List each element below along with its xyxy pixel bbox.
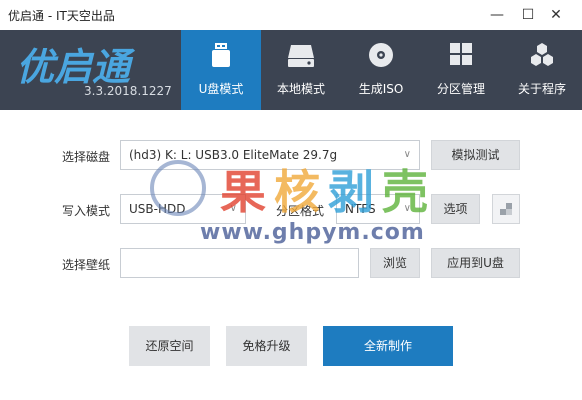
tab-local-mode[interactable]: 本地模式 bbox=[261, 30, 341, 110]
pattern-toggle-button[interactable] bbox=[492, 194, 520, 224]
wallpaper-input[interactable] bbox=[120, 248, 359, 278]
partition-grid-icon bbox=[450, 43, 472, 65]
partition-format-label: 分区格式 bbox=[276, 204, 325, 218]
partition-format-value: NTFS bbox=[345, 202, 376, 216]
window-title: 优启通 - IT天空出品 bbox=[8, 9, 115, 23]
hexagon-cluster-icon bbox=[531, 43, 553, 66]
tab-label: 生成ISO bbox=[358, 82, 404, 96]
disc-icon bbox=[369, 43, 393, 67]
write-mode-value: USB-HDD bbox=[129, 202, 186, 216]
close-button[interactable]: ✕ bbox=[545, 4, 567, 26]
tab-label: 本地模式 bbox=[276, 82, 325, 96]
free-upgrade-button[interactable]: 免格升级 bbox=[226, 326, 307, 366]
browse-button[interactable]: 浏览 bbox=[370, 248, 420, 278]
tab-label: U盘模式 bbox=[198, 82, 244, 96]
tab-about[interactable]: 关于程序 bbox=[502, 30, 582, 110]
hard-disk-icon bbox=[288, 45, 314, 67]
checker-pattern-icon bbox=[500, 203, 512, 215]
tab-generate-iso[interactable]: 生成ISO bbox=[341, 30, 421, 110]
chevron-down-icon: ∨ bbox=[403, 203, 411, 214]
apply-to-usb-button[interactable]: 应用到U盘 bbox=[431, 248, 520, 278]
tab-label: 分区管理 bbox=[436, 82, 485, 96]
maximize-button[interactable]: ☐ bbox=[517, 4, 539, 26]
disk-label: 选择磁盘 bbox=[62, 150, 111, 164]
write-mode-select[interactable]: USB-HDD ∨ bbox=[120, 194, 246, 224]
chevron-down-icon: ∨ bbox=[229, 203, 237, 214]
tab-label: 关于程序 bbox=[517, 82, 566, 96]
header-bar: 优启通 3.3.2018.1227 U盘模式 本地模式 生成ISO 分区管理 关… bbox=[0, 30, 582, 110]
usb-drive-icon bbox=[212, 43, 230, 67]
chevron-down-icon: ∨ bbox=[403, 149, 411, 160]
partition-format-select[interactable]: NTFS ∨ bbox=[336, 194, 420, 224]
version-label: 3.3.2018.1227 bbox=[84, 84, 172, 98]
restore-space-button[interactable]: 还原空间 bbox=[129, 326, 210, 366]
title-bar: 优启通 - IT天空出品 — ☐ ✕ bbox=[0, 0, 582, 30]
create-new-button[interactable]: 全新制作 bbox=[323, 326, 453, 366]
minimize-button[interactable]: — bbox=[486, 4, 508, 26]
tab-usb-mode[interactable]: U盘模式 bbox=[181, 30, 261, 110]
options-button[interactable]: 选项 bbox=[431, 194, 480, 224]
tab-partition-manage[interactable]: 分区管理 bbox=[421, 30, 501, 110]
write-mode-label: 写入模式 bbox=[62, 204, 111, 218]
disk-select[interactable]: (hd3) K: L: USB3.0 EliteMate 29.7g ∨ bbox=[120, 140, 420, 170]
disk-select-value: (hd3) K: L: USB3.0 EliteMate 29.7g bbox=[129, 148, 338, 162]
main-panel: 选择磁盘 (hd3) K: L: USB3.0 EliteMate 29.7g … bbox=[0, 110, 582, 400]
simulate-test-button[interactable]: 模拟测试 bbox=[431, 140, 520, 170]
wallpaper-label: 选择壁纸 bbox=[62, 258, 111, 272]
app-logo: 优启通 bbox=[16, 45, 131, 89]
